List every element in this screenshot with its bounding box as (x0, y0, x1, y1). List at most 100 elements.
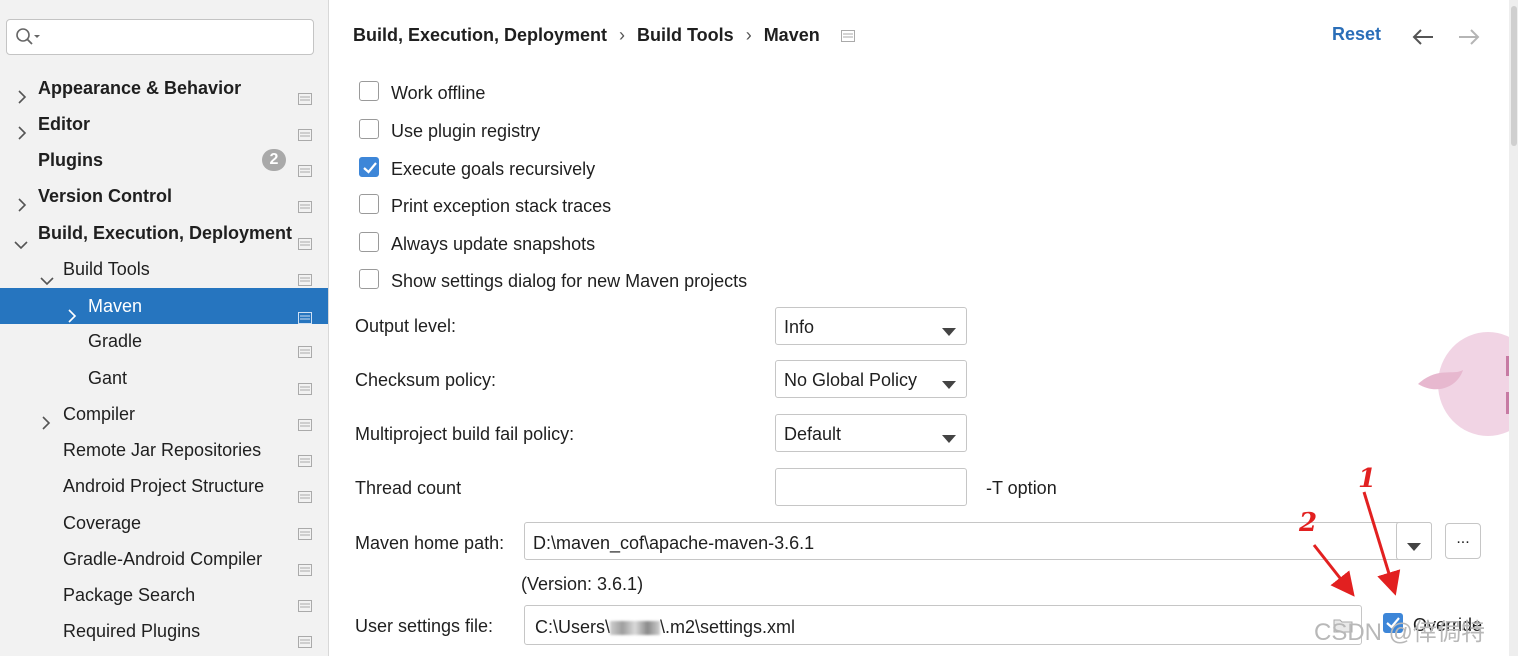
option-label: Show settings dialog for new Maven proje… (391, 271, 748, 291)
sidebar-item-label: Version Control (38, 186, 173, 206)
settings-sidebar: Appearance & Behavior Editor Plugins 2 V… (0, 0, 329, 656)
thread-count-suffix: -T option (986, 478, 1057, 498)
sidebar-item-appearance-behavior[interactable]: Appearance & Behavior (0, 71, 328, 105)
sidebar-item-label: Gant (88, 368, 128, 388)
sidebar-item-gradle-android-compiler[interactable]: Gradle-Android Compiler (0, 542, 328, 576)
sidebar-item-label: Build, Execution, Deployment (38, 223, 293, 243)
checkmark-icon (363, 162, 377, 174)
maven-home-browse-button[interactable]: ... (1445, 523, 1481, 559)
user-settings-label: User settings file: (355, 616, 494, 636)
reset-link[interactable]: Reset (1332, 24, 1381, 45)
breadcrumb-item[interactable]: Build, Execution, Deployment (353, 25, 607, 45)
settings-search-box[interactable] (6, 19, 314, 55)
use-plugin-registry-checkbox[interactable] (359, 119, 379, 139)
maven-home-value: D:\maven_cof\apache-maven-3.6.1 (533, 533, 815, 553)
output-level-value: Info (784, 317, 815, 337)
sidebar-item-plugins[interactable]: Plugins 2 (0, 143, 328, 177)
chevron-right-icon[interactable] (66, 299, 78, 323)
search-input[interactable] (47, 26, 306, 50)
annotation-arrow-2 (1312, 544, 1355, 597)
sidebar-item-android-project-structure[interactable]: Android Project Structure (0, 469, 328, 503)
sidebar-item-label: Package Search (63, 585, 196, 605)
page-icon (298, 625, 312, 659)
annotation-number-1: 1 (1358, 464, 1377, 494)
chevron-down-icon[interactable] (40, 264, 54, 286)
build-fail-policy-select[interactable]: Default (775, 414, 967, 452)
sidebar-item-gant[interactable]: Gant (0, 361, 328, 395)
sidebar-item-coverage[interactable]: Coverage (0, 506, 328, 540)
forward-arrow-icon[interactable] (1457, 28, 1481, 51)
annotation-arrows (1312, 491, 1401, 597)
sidebar-item-label: Appearance & Behavior (38, 78, 242, 98)
sidebar-item-build-tools[interactable]: Build Tools (0, 252, 328, 286)
sidebar-item-label: Required Plugins (63, 621, 201, 641)
work-offline-checkbox[interactable] (359, 81, 379, 101)
breadcrumb-item: Maven (763, 25, 820, 45)
user-settings-value: C:\Users\ \.m2\settings.xml (535, 616, 795, 638)
sidebar-item-remote-jar-repositories[interactable]: Remote Jar Repositories (0, 433, 328, 467)
sidebar-item-label: Android Project Structure (63, 476, 265, 496)
dropdown-arrow-icon (942, 430, 956, 448)
sidebar-item-build-execution-deployment[interactable]: Build, Execution, Deployment (0, 216, 328, 250)
maven-home-input[interactable]: D:\maven_cof\apache-maven-3.6.1 (524, 522, 1432, 560)
output-level-select[interactable]: Info (775, 307, 967, 345)
sidebar-item-package-search[interactable]: Package Search (0, 578, 328, 612)
build-fail-policy-label: Multiproject build fail policy: (355, 424, 575, 444)
chevron-right-icon[interactable] (16, 117, 28, 140)
thread-count-input[interactable] (775, 468, 967, 506)
sidebar-item-label: Gradle-Android Compiler (63, 549, 263, 569)
floating-assistant-widget[interactable] (1418, 326, 1518, 447)
sidebar-item-label: Editor (38, 114, 90, 134)
sidebar-item-label: Build Tools (63, 259, 150, 279)
user-settings-value-suffix: \.m2\settings.xml (660, 617, 796, 637)
checksum-policy-value: No Global Policy (784, 370, 918, 390)
output-level-label: Output level: (355, 316, 457, 336)
build-fail-policy-value: Default (784, 424, 842, 444)
blurred-username (610, 621, 661, 636)
sidebar-item-maven[interactable]: Maven (0, 288, 328, 324)
user-settings-input[interactable]: C:\Users\ \.m2\settings.xml (524, 605, 1362, 645)
back-arrow-icon[interactable] (1411, 28, 1435, 51)
sidebar-item-gradle[interactable]: Gradle (0, 324, 328, 358)
scrollbar-thumb[interactable] (1511, 6, 1517, 146)
breadcrumb-separator: › (619, 25, 626, 45)
option-label: Work offline (391, 83, 486, 103)
breadcrumb-separator: › (745, 25, 752, 45)
dropdown-arrow-icon (942, 323, 956, 341)
sidebar-item-compiler[interactable]: Compiler (0, 397, 328, 431)
show-settings-dialog-checkbox[interactable] (359, 269, 379, 289)
sidebar-item-required-plugins[interactable]: Required Plugins (0, 614, 328, 648)
option-label: Always update snapshots (391, 234, 596, 254)
plugins-update-badge: 2 (262, 149, 286, 171)
maven-version-text: (Version: 3.6.1) (521, 574, 644, 594)
sidebar-item-label: Maven (88, 296, 143, 316)
print-exception-stack-traces-checkbox[interactable] (359, 194, 379, 214)
watermark: CSDN @倖侷特 (1314, 619, 1486, 646)
breadcrumb: Build, Execution, Deployment › Build Tools… (353, 22, 855, 49)
chevron-right-icon[interactable] (16, 81, 28, 104)
breadcrumb-item[interactable]: Build Tools (637, 25, 734, 45)
sidebar-item-version-control[interactable]: Version Control (0, 179, 328, 213)
maven-settings-panel: Build, Execution, Deployment › Build Tools… (329, 0, 1509, 656)
page-icon (840, 23, 855, 49)
checksum-policy-label: Checksum policy: (355, 370, 497, 390)
sidebar-item-label: Plugins (38, 150, 104, 170)
sidebar-item-label: Coverage (63, 513, 142, 533)
checksum-policy-select[interactable]: No Global Policy (775, 360, 967, 398)
maven-home-label: Maven home path: (355, 533, 505, 553)
execute-goals-recursively-checkbox[interactable] (359, 157, 379, 177)
option-label: Use plugin registry (391, 121, 541, 141)
sidebar-item-label: Remote Jar Repositories (63, 440, 262, 460)
user-settings-value-prefix: C:\Users\ (535, 617, 611, 637)
option-label: Print exception stack traces (391, 196, 612, 216)
always-update-snapshots-checkbox[interactable] (359, 232, 379, 252)
chevron-right-icon[interactable] (16, 189, 28, 212)
chevron-right-icon[interactable] (40, 407, 52, 430)
dropdown-arrow-icon (942, 376, 956, 394)
annotation-number-2: 2 (1299, 508, 1318, 538)
chevron-down-icon[interactable] (14, 228, 28, 250)
option-label: Execute goals recursively (391, 159, 596, 179)
thread-count-label: Thread count (355, 478, 462, 498)
sidebar-item-editor[interactable]: Editor (0, 107, 328, 141)
annotation-arrow-1 (1362, 491, 1401, 596)
